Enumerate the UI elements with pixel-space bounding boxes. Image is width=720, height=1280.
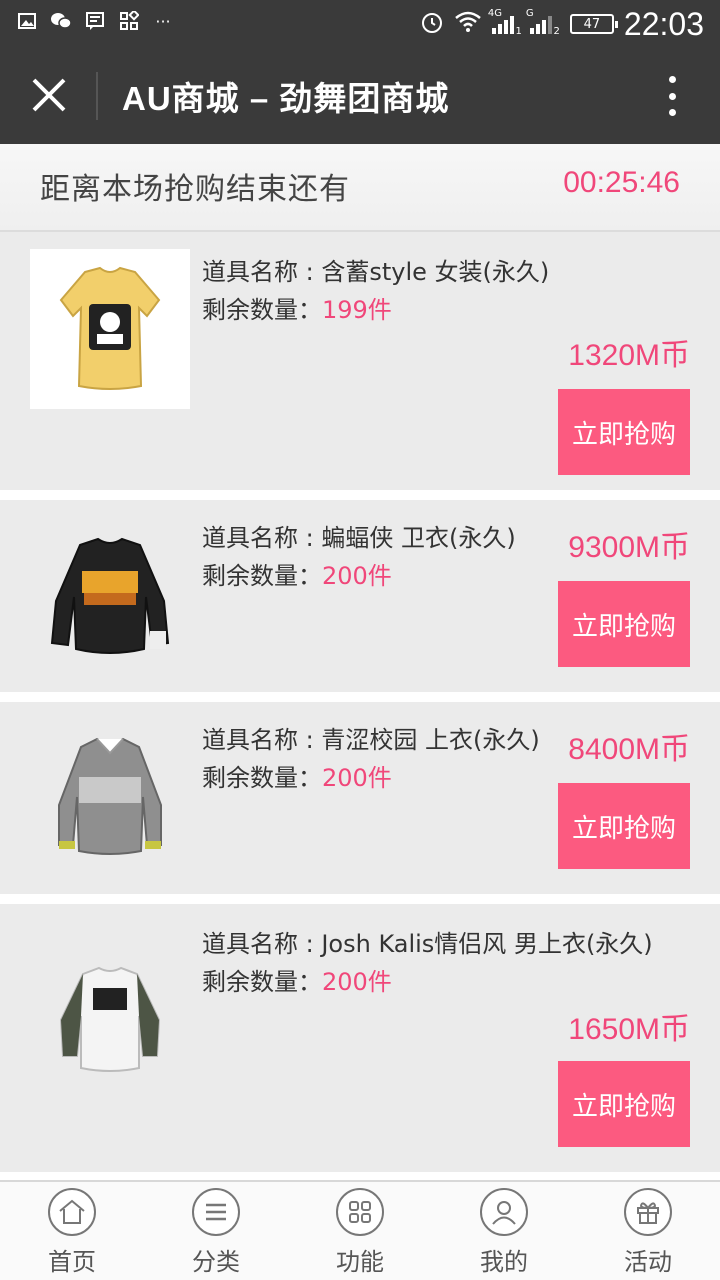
buy-now-button[interactable]: 立即抢购 <box>558 783 690 869</box>
title-divider <box>96 72 98 120</box>
signal-sim1-icon: 4G 1 <box>487 8 522 37</box>
close-button[interactable] <box>26 72 72 118</box>
product-price: 8400M币 <box>568 733 690 766</box>
nav-label: 活动 <box>624 1248 672 1276</box>
product-quantity: 剩余数量：200件 <box>202 764 392 792</box>
more-notifications-icon: ··· <box>155 11 171 31</box>
wechat-notification-icon <box>50 10 72 32</box>
product-card: 道具名称 : 蝙蝠侠 卫衣(永久) 剩余数量：200件 9300M币 立即抢购 <box>0 500 720 692</box>
buy-now-button[interactable]: 立即抢购 <box>558 581 690 667</box>
product-image-yellow-tshirt[interactable] <box>30 249 190 409</box>
quantity-value: 200件 <box>322 968 392 996</box>
bottom-nav: 首页 分类 功能 我的 活动 <box>0 1180 720 1280</box>
countdown-label: 距离本场抢购结束还有 <box>40 172 350 207</box>
close-icon <box>32 78 66 112</box>
quantity-value: 200件 <box>322 562 392 590</box>
page-title: AU商城 – 劲舞团商城 <box>122 80 450 117</box>
product-image-black-sweatshirt[interactable] <box>30 516 190 676</box>
buy-now-button[interactable]: 立即抢购 <box>558 389 690 475</box>
product-card: 道具名称 : 含蓄style 女装(永久) 剩余数量：199件 1320M币 立… <box>0 232 720 490</box>
nav-home[interactable]: 首页 <box>0 1182 144 1280</box>
product-price: 9300M币 <box>568 531 690 564</box>
clock: 22:03 <box>623 5 704 42</box>
user-icon <box>480 1188 528 1236</box>
product-name: 道具名称 : Josh Kalis情侣风 男上衣(永久) <box>202 930 653 958</box>
home-icon <box>48 1188 96 1236</box>
product-name: 道具名称 : 蝙蝠侠 卫衣(永久) <box>202 524 516 552</box>
gallery-notification-icon <box>16 10 38 32</box>
product-quantity: 剩余数量：200件 <box>202 968 392 996</box>
product-price: 1320M币 <box>568 339 690 372</box>
quantity-value: 200件 <box>322 764 392 792</box>
product-name: 道具名称 : 含蓄style 女装(永久) <box>202 258 550 286</box>
nav-activity[interactable]: 活动 <box>576 1182 720 1280</box>
nav-category[interactable]: 分类 <box>144 1182 288 1280</box>
title-bar: AU商城 – 劲舞团商城 <box>0 48 720 144</box>
battery-indicator: 47 <box>569 14 618 34</box>
nav-mine[interactable]: 我的 <box>432 1182 576 1280</box>
gift-icon <box>624 1188 672 1236</box>
signal-sim2-icon: G 2 <box>525 8 560 37</box>
product-name: 道具名称 : 青涩校园 上衣(永久) <box>202 726 540 754</box>
nav-label: 我的 <box>480 1248 528 1276</box>
alarm-icon <box>420 10 444 38</box>
menu-icon <box>192 1188 240 1236</box>
nav-label: 分类 <box>192 1248 240 1276</box>
apps-notification-icon <box>118 10 140 32</box>
grid-icon <box>336 1188 384 1236</box>
nav-label: 首页 <box>48 1248 96 1276</box>
product-image-gray-sweater[interactable] <box>30 718 190 878</box>
status-bar: ··· 4G 1 G 2 47 22:03 <box>0 0 720 48</box>
product-card: 道具名称 : 青涩校园 上衣(永久) 剩余数量：200件 8400M币 立即抢购 <box>0 702 720 894</box>
product-quantity: 剩余数量：200件 <box>202 562 392 590</box>
wifi-icon <box>454 11 482 37</box>
countdown-timer: 00:25:46 <box>563 166 680 199</box>
product-image-white-raglan-shirt[interactable] <box>30 940 190 1100</box>
product-card: 道具名称 : Josh Kalis情侣风 男上衣(永久) 剩余数量：200件 1… <box>0 904 720 1172</box>
more-vert-icon <box>668 76 676 83</box>
product-price: 1650M币 <box>568 1013 690 1046</box>
nav-label: 功能 <box>336 1248 384 1276</box>
buy-now-button[interactable]: 立即抢购 <box>558 1061 690 1147</box>
quantity-value: 199件 <box>322 296 392 324</box>
nav-functions[interactable]: 功能 <box>288 1182 432 1280</box>
product-quantity: 剩余数量：199件 <box>202 296 392 324</box>
flash-sale-countdown: 距离本场抢购结束还有 00:25:46 <box>0 144 720 232</box>
message-notification-icon <box>84 10 106 32</box>
more-options-button[interactable] <box>666 76 678 116</box>
